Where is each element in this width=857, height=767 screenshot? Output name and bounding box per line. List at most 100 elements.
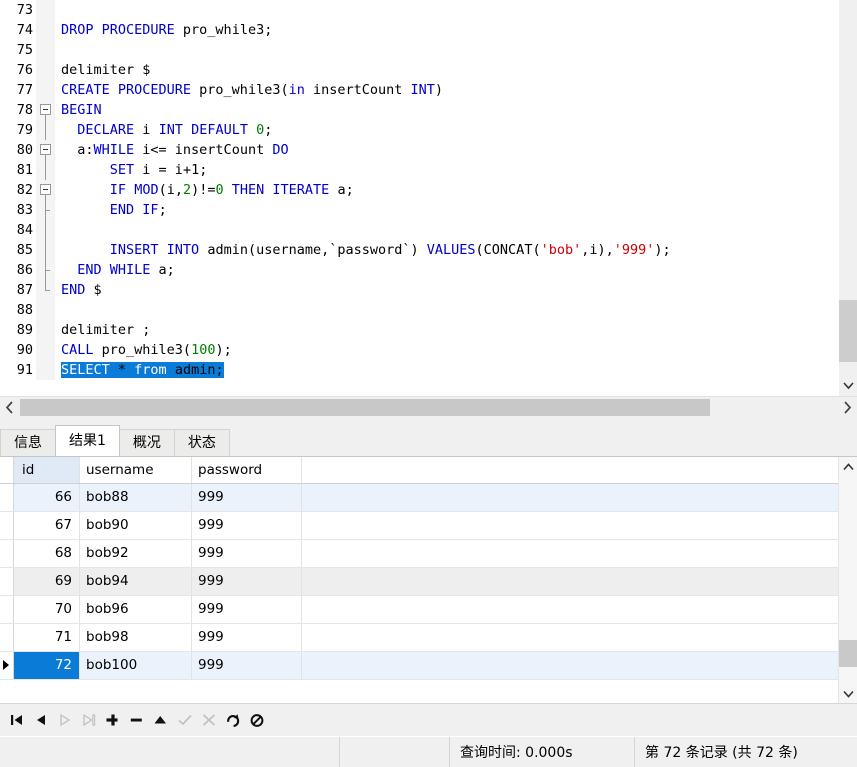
grid-cell-password[interactable]: 999 xyxy=(192,652,302,679)
code-text[interactable]: CREATE PROCEDURE pro_while3(in insertCou… xyxy=(55,80,838,100)
grid-cell-id[interactable]: 67 xyxy=(14,512,80,539)
row-indicator[interactable] xyxy=(0,624,14,651)
fold-gutter[interactable] xyxy=(36,340,55,360)
code-text[interactable]: INSERT INTO admin(username,`password`) V… xyxy=(55,240,838,260)
result-grid[interactable]: id username password 66 bob88 999 67 bob90 999 68… xyxy=(0,457,838,680)
row-indicator[interactable] xyxy=(0,512,14,539)
editor-scroll-right-button[interactable] xyxy=(838,397,857,418)
grid-cell-password[interactable]: 999 xyxy=(192,540,302,567)
grid-vertical-scrollbar-thumb[interactable] xyxy=(839,640,857,667)
grid-cell-password[interactable]: 999 xyxy=(192,596,302,623)
fold-gutter[interactable] xyxy=(36,360,55,380)
code-line[interactable]: 84 xyxy=(0,220,838,240)
fold-gutter[interactable] xyxy=(36,300,55,320)
code-line[interactable]: 81 SET i = i+1; xyxy=(0,160,838,180)
fold-gutter[interactable] xyxy=(36,100,55,120)
grid-scroll-up-button[interactable] xyxy=(839,457,857,476)
fold-gutter[interactable] xyxy=(36,140,55,160)
code-text[interactable]: IF MOD(i,2)!=0 THEN ITERATE a; xyxy=(55,180,838,200)
fold-collapse-icon[interactable] xyxy=(40,104,51,115)
code-line[interactable]: 86 END WHILE a; xyxy=(0,260,838,280)
code-text[interactable] xyxy=(55,40,838,60)
fold-gutter[interactable] xyxy=(36,220,55,240)
grid-cell-id[interactable]: 70 xyxy=(14,596,80,623)
grid-cell-id[interactable]: 68 xyxy=(14,540,80,567)
code-line[interactable]: 76 delimiter $ xyxy=(0,60,838,80)
result-tab-0[interactable]: 信息 xyxy=(0,429,56,456)
fold-gutter[interactable] xyxy=(36,160,55,180)
previous-record-button[interactable] xyxy=(30,708,52,732)
row-indicator[interactable] xyxy=(0,568,14,595)
grid-scroll-down-button[interactable] xyxy=(839,684,857,703)
code-line[interactable]: 90 CALL pro_while3(100); xyxy=(0,340,838,360)
code-line[interactable]: 91 SELECT * from admin; xyxy=(0,360,838,380)
code-text[interactable] xyxy=(55,300,838,320)
code-line[interactable]: 87 END $ xyxy=(0,280,838,300)
code-text[interactable] xyxy=(55,0,838,20)
code-line[interactable]: 85 INSERT INTO admin(username,`password`… xyxy=(0,240,838,260)
code-text[interactable] xyxy=(55,220,838,240)
grid-cell-id[interactable]: 72 xyxy=(14,652,80,679)
editor-scroll-left-button[interactable] xyxy=(0,397,19,418)
code-text[interactable]: SELECT * from admin; xyxy=(55,360,838,380)
code-text[interactable]: delimiter $ xyxy=(55,60,838,80)
code-line[interactable]: 74 DROP PROCEDURE pro_while3; xyxy=(0,20,838,40)
editor-horizontal-scrollbar[interactable] xyxy=(0,396,857,418)
grid-vertical-scrollbar[interactable] xyxy=(838,457,857,703)
code-text[interactable]: END $ xyxy=(55,280,838,300)
grid-cell-username[interactable]: bob88 xyxy=(80,484,192,511)
fold-gutter[interactable] xyxy=(36,60,55,80)
row-indicator[interactable] xyxy=(0,540,14,567)
sql-code-area[interactable]: 73 74 DROP PROCEDURE pro_while3; 75 76 delimi… xyxy=(0,0,838,396)
grid-cell-password[interactable]: 999 xyxy=(192,484,302,511)
code-text[interactable]: END WHILE a; xyxy=(55,260,838,280)
refresh-button[interactable] xyxy=(222,708,244,732)
code-line[interactable]: 80 a:WHILE i<= insertCount DO xyxy=(0,140,838,160)
code-text[interactable]: delimiter ; xyxy=(55,320,838,340)
code-text[interactable]: DECLARE i INT DEFAULT 0; xyxy=(55,120,838,140)
row-indicator[interactable] xyxy=(0,596,14,623)
add-record-button[interactable] xyxy=(102,708,124,732)
fold-gutter[interactable] xyxy=(36,20,55,40)
code-text[interactable]: END IF; xyxy=(55,200,838,220)
grid-cell-username[interactable]: bob96 xyxy=(80,596,192,623)
table-row[interactable]: 72 bob100 999 xyxy=(0,652,838,680)
code-text[interactable]: CALL pro_while3(100); xyxy=(55,340,838,360)
grid-cell-username[interactable]: bob100 xyxy=(80,652,192,679)
table-row[interactable]: 69 bob94 999 xyxy=(0,568,838,596)
fold-gutter[interactable] xyxy=(36,320,55,340)
table-row[interactable]: 70 bob96 999 xyxy=(0,596,838,624)
grid-column-header-username[interactable]: username xyxy=(80,457,192,483)
fold-gutter[interactable] xyxy=(36,40,55,60)
fold-gutter[interactable] xyxy=(36,80,55,100)
code-line[interactable]: 88 xyxy=(0,300,838,320)
grid-cell-username[interactable]: bob98 xyxy=(80,624,192,651)
edit-record-button[interactable] xyxy=(150,708,172,732)
code-line[interactable]: 82 IF MOD(i,2)!=0 THEN ITERATE a; xyxy=(0,180,838,200)
table-row[interactable]: 67 bob90 999 xyxy=(0,512,838,540)
result-tab-3[interactable]: 状态 xyxy=(173,429,230,456)
grid-cell-password[interactable]: 999 xyxy=(192,568,302,595)
grid-cell-id[interactable]: 66 xyxy=(14,484,80,511)
fold-collapse-icon[interactable] xyxy=(40,184,51,195)
editor-vertical-scrollbar[interactable] xyxy=(838,0,857,396)
table-row[interactable]: 68 bob92 999 xyxy=(0,540,838,568)
first-record-button[interactable] xyxy=(6,708,28,732)
grid-cell-id[interactable]: 69 xyxy=(14,568,80,595)
code-text[interactable]: DROP PROCEDURE pro_while3; xyxy=(55,20,838,40)
grid-cell-password[interactable]: 999 xyxy=(192,512,302,539)
fold-gutter[interactable] xyxy=(36,200,55,220)
code-line[interactable]: 89 delimiter ; xyxy=(0,320,838,340)
grid-cell-username[interactable]: bob94 xyxy=(80,568,192,595)
row-indicator[interactable] xyxy=(0,484,14,511)
table-row[interactable]: 66 bob88 999 xyxy=(0,484,838,512)
editor-scroll-down-button[interactable] xyxy=(839,376,857,396)
code-line[interactable]: 83 END IF; xyxy=(0,200,838,220)
fold-gutter[interactable] xyxy=(36,260,55,280)
code-text[interactable]: SET i = i+1; xyxy=(55,160,838,180)
editor-vertical-scrollbar-thumb[interactable] xyxy=(839,300,857,362)
fold-gutter[interactable] xyxy=(36,120,55,140)
fold-gutter[interactable] xyxy=(36,280,55,300)
delete-record-button[interactable] xyxy=(126,708,148,732)
grid-cell-username[interactable]: bob90 xyxy=(80,512,192,539)
